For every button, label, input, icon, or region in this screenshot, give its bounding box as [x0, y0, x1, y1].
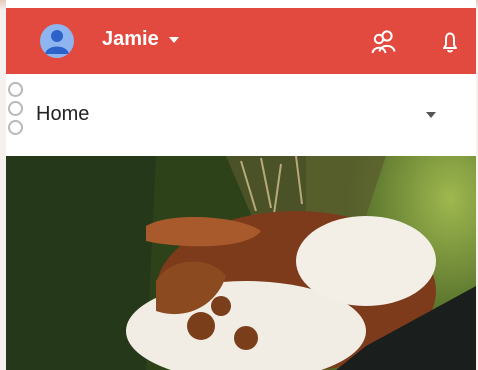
rabbit-photo-image: [6, 156, 476, 370]
chevron-down-icon: [426, 112, 436, 118]
account-switcher[interactable]: Jamie: [102, 28, 179, 51]
home-selector-label: Home: [36, 103, 90, 125]
app-screen: Jamie Home: [6, 0, 476, 370]
ring-decoration: [8, 101, 23, 116]
app-bar: Jamie: [6, 8, 476, 74]
camera-photo[interactable]: [6, 156, 476, 370]
people-button[interactable]: [368, 26, 400, 58]
people-icon: [371, 30, 396, 54]
avatar-icon[interactable]: [40, 24, 74, 58]
binder-rings: [6, 0, 23, 160]
ring-decoration: [8, 120, 23, 135]
bell-icon: [443, 32, 457, 53]
account-name: Jamie: [102, 28, 159, 50]
home-selector[interactable]: Home: [6, 74, 476, 157]
notifications-button[interactable]: [434, 26, 466, 58]
ring-decoration: [8, 82, 23, 97]
chevron-down-icon: [168, 36, 179, 43]
